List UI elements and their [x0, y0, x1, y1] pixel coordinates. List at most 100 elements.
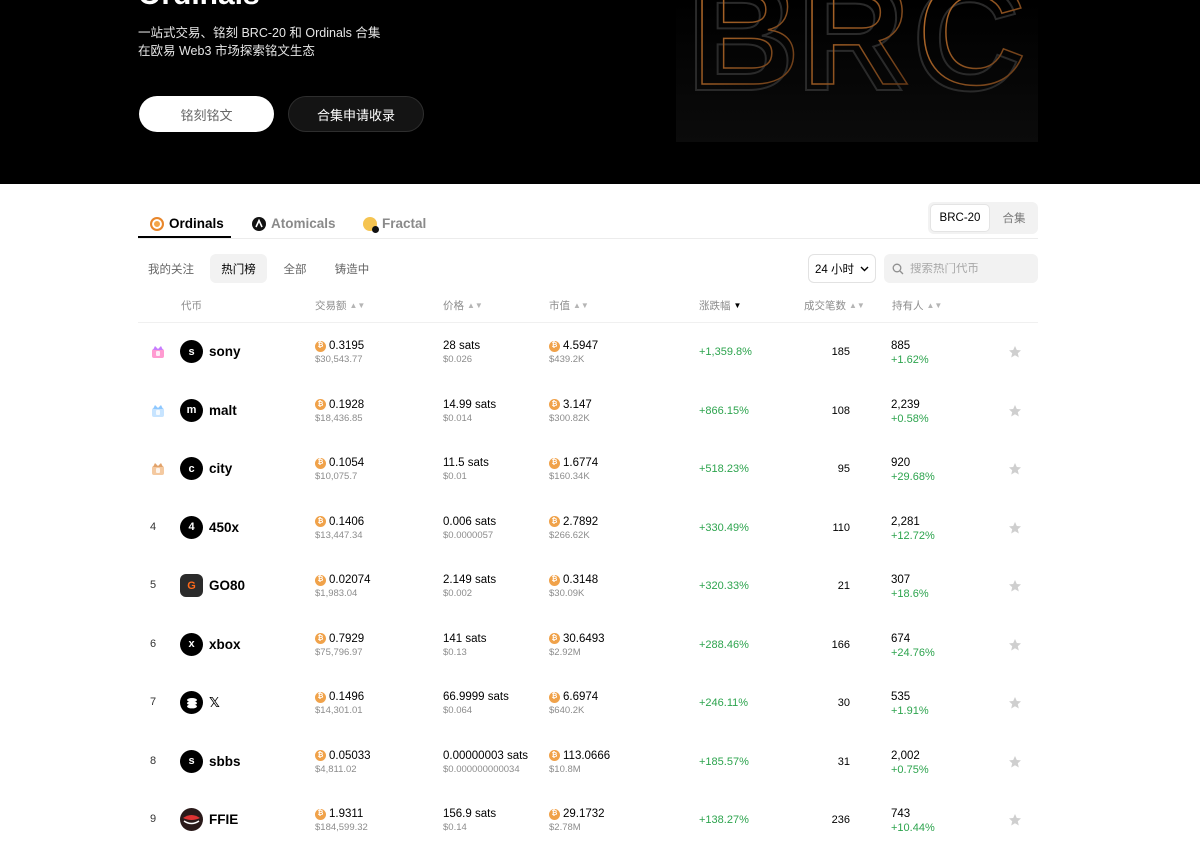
star-icon[interactable] [1008, 813, 1022, 827]
search-icon [892, 263, 904, 274]
token-name[interactable]: 𝕏 [209, 695, 220, 711]
tab-fractal[interactable]: Fractal [363, 216, 427, 233]
rank-badge-icon [152, 404, 164, 417]
table-row[interactable]: 6 x xbox ₿ 0.7929 $75,796.97 141 sats $0.… [138, 616, 1038, 674]
market-cap-cell: ₿ 3.147 $300.82K [549, 398, 592, 424]
token-name[interactable]: FFIE [209, 812, 238, 827]
search-field[interactable] [884, 254, 1038, 283]
rank-number: 5 [150, 579, 157, 591]
col-market-cap[interactable]: 市值 ▲▼ [549, 298, 589, 313]
price-cell: 0.006 sats $0.0000057 [443, 515, 497, 541]
change-cell: +866.15% [699, 404, 749, 417]
trades-cell: 110 [832, 521, 850, 534]
brc20-toggle[interactable]: BRC-20 [930, 204, 990, 232]
atomicals-icon [252, 216, 266, 231]
col-change[interactable]: 涨跌幅 ▼ [699, 298, 741, 313]
filter-minting[interactable]: 铸造中 [326, 254, 378, 283]
market-cap-cell: ₿ 30.6493 $2.92M [549, 632, 605, 658]
change-cell: +185.57% [699, 755, 749, 768]
holders-cell: 674 +24.76% [891, 632, 935, 659]
market-cap-cell: ₿ 1.6774 $160.34K [549, 457, 599, 482]
hero-subtitle-line2: 在欧易 Web3 市场探索铭文生态 [138, 44, 315, 58]
rank-number: 4 [150, 520, 157, 533]
star-icon[interactable] [1008, 579, 1022, 593]
col-price[interactable]: 价格 ▲▼ [443, 298, 483, 313]
price-cell: 66.9999 sats $0.064 [443, 691, 509, 716]
bitcoin-icon: ₿ [315, 457, 326, 469]
token-avatar: s [180, 749, 203, 773]
change-cell: +518.23% [699, 463, 749, 475]
trades-cell: 236 [831, 814, 850, 826]
table-row[interactable]: 9 FFIE ₿ 1.9311 $184,599.32 156.9 sats $0… [138, 791, 1038, 849]
trades-cell: 30 [837, 697, 850, 709]
holders-cell: 2,239 +0.58% [891, 398, 929, 425]
apply-collection-button[interactable]: 合集申请收录 [288, 96, 424, 132]
bitcoin-icon: ₿ [315, 340, 326, 352]
token-name[interactable]: xbox [209, 637, 241, 652]
col-volume[interactable]: 交易额 ▲▼ [315, 298, 365, 313]
filter-all[interactable]: 全部 [277, 254, 313, 283]
price-cell: 0.00000003 sats $0.000000000034 [443, 749, 529, 775]
token-name[interactable]: 450x [209, 520, 239, 535]
token-name[interactable]: sbbs [209, 754, 241, 769]
price-cell: 28 sats $0.026 [443, 340, 481, 365]
table-row[interactable]: 8 s sbbs ₿ 0.05033 $4,811.02 0.00000003 s… [138, 733, 1038, 791]
bitcoin-icon: ₿ [315, 516, 326, 527]
table-row[interactable]: c city ₿ 0.1054 $10,075.7 11.5 sats $0.01… [138, 440, 1038, 498]
star-icon[interactable] [1008, 638, 1022, 652]
rank-badge-icon [152, 346, 164, 358]
filter-hot-list[interactable]: 热门榜 [210, 254, 267, 283]
trades-cell: 185 [831, 346, 850, 358]
change-cell: +330.49% [699, 521, 749, 534]
tab-fractal-label: Fractal [382, 216, 427, 231]
bitcoin-icon: ₿ [549, 750, 560, 761]
tab-atomicals[interactable]: Atomicals [252, 216, 336, 231]
star-icon[interactable] [1008, 404, 1022, 418]
table-row[interactable]: s sony ₿ 0.3195 $30,543.77 28 sats $0.026… [138, 323, 1038, 381]
rank-number: 8 [150, 754, 157, 767]
table-row[interactable]: 4 4 450x ₿ 0.1406 $13,447.34 0.006 sats $… [138, 499, 1038, 557]
bitcoin-icon: ₿ [315, 399, 326, 410]
token-avatar: x [180, 632, 203, 656]
trades-cell: 31 [837, 755, 850, 768]
hero-banner: Ordinals 一站式交易、铭刻 BRC-20 和 Ordinals 合集 在… [0, 0, 1200, 184]
col-trades[interactable]: 成交笔数 ▲▼ [804, 298, 865, 313]
search-input[interactable] [910, 262, 1028, 275]
star-icon[interactable] [1008, 462, 1022, 476]
star-icon[interactable] [1008, 345, 1022, 359]
token-name[interactable]: city [209, 461, 232, 476]
token-name[interactable]: malt [209, 403, 237, 418]
table-row[interactable]: 5 G GO80 ₿ 0.02074 $1,983.04 2.149 sats $… [138, 557, 1038, 615]
token-name[interactable]: GO80 [209, 578, 245, 593]
table-row[interactable]: m malt ₿ 0.1928 $18,436.85 14.99 sats $0.… [138, 382, 1038, 440]
trades-cell: 166 [831, 638, 850, 651]
holders-cell: 307 +18.6% [891, 574, 929, 600]
volume-cell: ₿ 0.3195 $30,543.77 [315, 340, 365, 365]
price-cell: 156.9 sats $0.14 [443, 808, 497, 833]
star-icon[interactable] [1008, 521, 1022, 535]
collections-toggle[interactable]: 合集 [992, 204, 1036, 232]
col-holders[interactable]: 持有人 ▲▼ [892, 298, 942, 313]
token-name[interactable]: sony [209, 344, 241, 359]
star-icon[interactable] [1008, 755, 1022, 769]
holders-cell: 743 +10.44% [891, 808, 935, 834]
tab-ordinals[interactable]: Ordinals [150, 216, 224, 231]
holders-cell: 885 +1.62% [891, 340, 929, 366]
time-range-select[interactable]: 24 小时 [808, 254, 876, 283]
table-row[interactable]: 7 𝕏 ₿ 0.1496 $14,301.01 66.9999 sats $0.0… [138, 674, 1038, 732]
filter-my-watchlist[interactable]: 我的关注 [142, 254, 200, 283]
tab-atomicals-label: Atomicals [271, 216, 336, 231]
inscribe-button[interactable]: 铭刻铭文 [139, 96, 274, 132]
svg-text:C: C [918, 0, 1026, 116]
bitcoin-icon: ₿ [549, 516, 560, 527]
brc-hero-art: B B R R C C [676, 0, 1038, 142]
bitcoin-icon: ₿ [315, 691, 326, 703]
star-icon[interactable] [1008, 696, 1022, 710]
price-cell: 11.5 sats $0.01 [443, 457, 489, 482]
bitcoin-icon: ₿ [315, 808, 326, 820]
change-cell: +1,359.8% [699, 346, 752, 358]
volume-cell: ₿ 0.1928 $18,436.85 [315, 398, 365, 424]
token-avatar: 4 [180, 515, 203, 539]
hero-subtitle-line1: 一站式交易、铭刻 BRC-20 和 Ordinals 合集 [138, 26, 381, 40]
token-avatar: G [180, 574, 203, 597]
